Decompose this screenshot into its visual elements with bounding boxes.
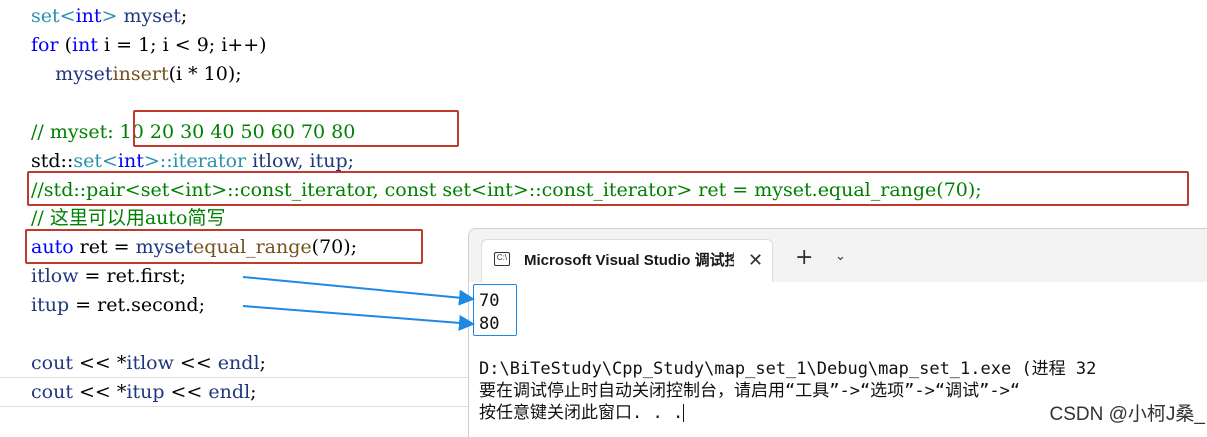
annotation-arrows <box>242 276 475 331</box>
arrow-itlow-to-70 <box>242 276 475 306</box>
arrow-itup-to-80 <box>242 305 475 331</box>
csdn-watermark: CSDN @小柯J桑_ <box>1049 404 1205 425</box>
